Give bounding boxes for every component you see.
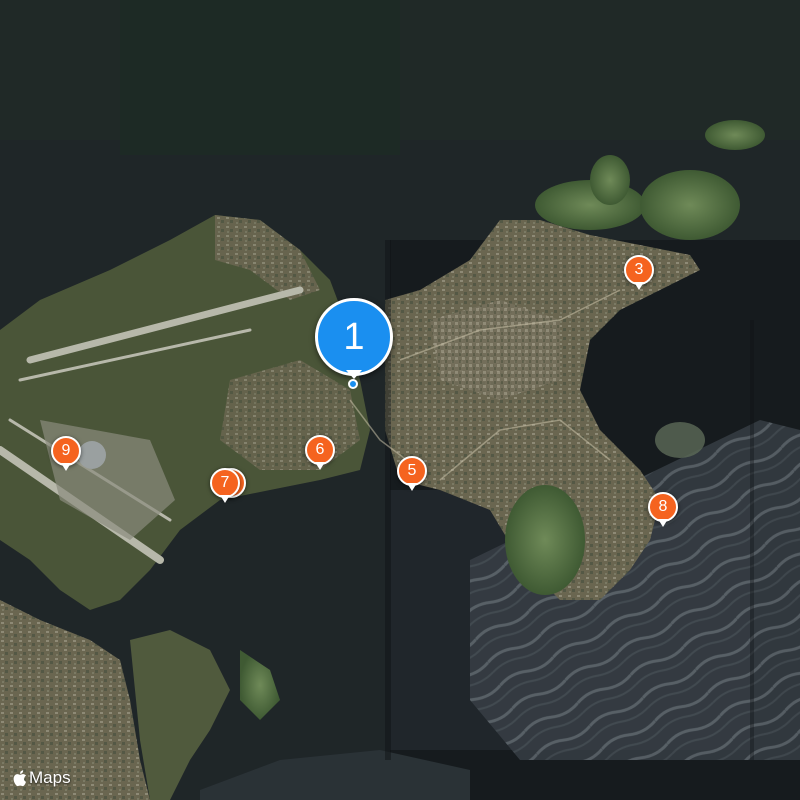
marker-6-label: 6	[305, 435, 335, 465]
marker-5-label: 5	[397, 456, 427, 486]
map-marker-8[interactable]: 8	[648, 492, 678, 530]
marker-8-pointer	[658, 519, 668, 527]
marker-5-pointer	[407, 483, 417, 491]
marker-3-label: 3	[624, 255, 654, 285]
marker-8-label: 8	[648, 492, 678, 522]
marker-7-pointer	[220, 495, 230, 503]
map-marker-1[interactable]: 1	[315, 298, 393, 390]
satellite-map[interactable]	[0, 0, 800, 800]
marker-7-label: 7	[210, 468, 240, 498]
maps-attribution[interactable]: Maps	[12, 766, 71, 790]
attribution-text: Maps	[29, 768, 71, 787]
marker-3-pointer	[634, 282, 644, 290]
marker-1-label: 1	[315, 298, 393, 376]
marker-1-pointer	[346, 370, 362, 379]
map-marker-7[interactable]: 7	[210, 468, 240, 506]
map-marker-6[interactable]: 6	[305, 435, 335, 473]
map-marker-5[interactable]: 5	[397, 456, 427, 494]
marker-6-pointer	[315, 462, 325, 470]
map-marker-3[interactable]: 3	[624, 255, 654, 293]
marker-9-label: 9	[51, 436, 81, 466]
map-marker-9[interactable]: 9	[51, 436, 81, 474]
location-dot-icon	[348, 379, 358, 389]
marker-9-pointer	[61, 463, 71, 471]
apple-logo-icon	[13, 770, 26, 787]
